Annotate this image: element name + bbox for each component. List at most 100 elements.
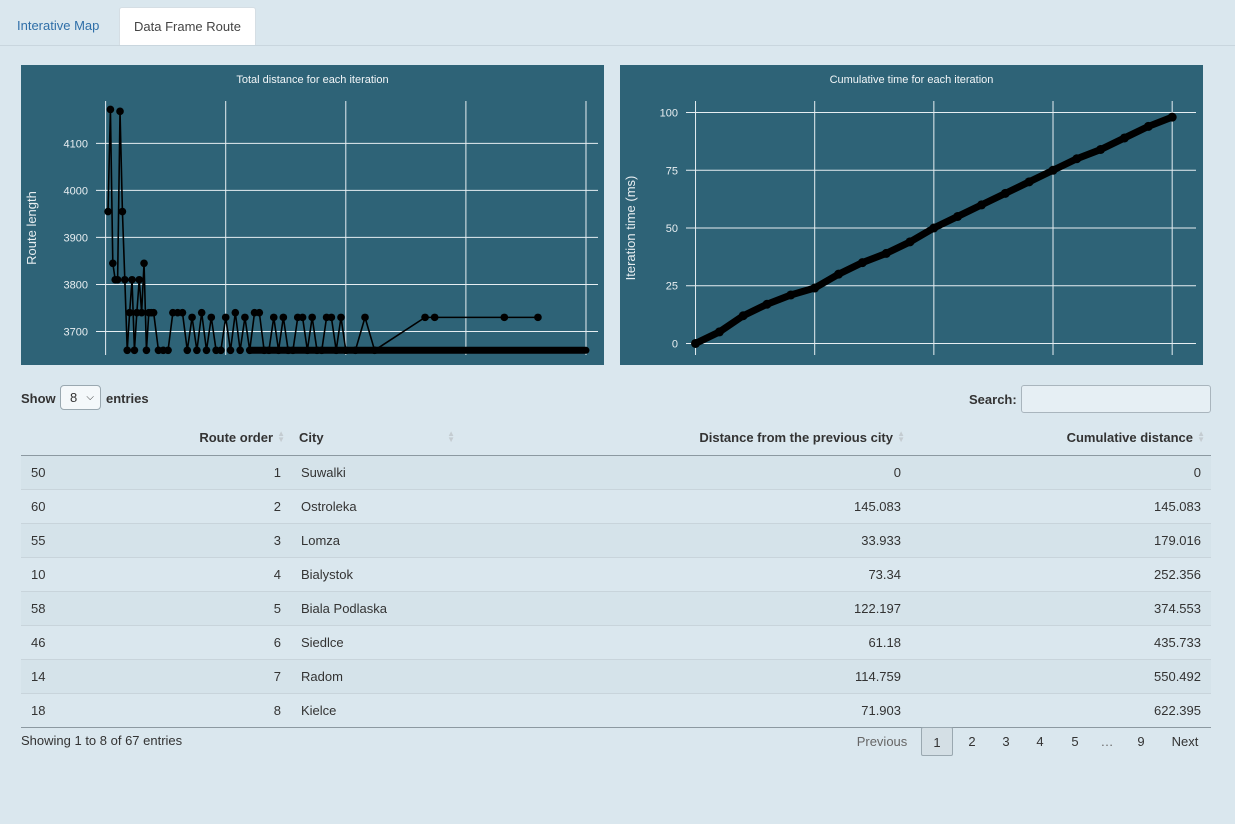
data-point [905, 237, 915, 247]
pagination-page-5[interactable]: 5 [1060, 727, 1090, 756]
header-distance-previous[interactable]: Distance from the previous city ▲ ▼ [461, 420, 911, 456]
chevron-down-icon: ⌵ [86, 392, 94, 403]
tab-interactive-map[interactable]: Interative Map [1, 7, 115, 45]
data-point [274, 346, 283, 355]
header-cumulative-distance[interactable]: Cumulative distance ▲ ▼ [911, 420, 1211, 456]
y-tick-label: 4000 [64, 185, 88, 197]
pagination-page-1[interactable]: 1 [921, 727, 953, 756]
data-point [118, 207, 127, 216]
route-length-plot: 05010015020037003800390040004100Total di… [21, 65, 604, 365]
data-point [361, 313, 369, 322]
data-point [881, 248, 891, 258]
data-point [135, 275, 144, 284]
data-point [164, 346, 172, 355]
route-table: Route order ▲ ▼ City ▲ ▼ Distance from the p… [21, 420, 1211, 728]
table-row[interactable]: 14 7 Radom 114.759 550.492 [21, 659, 1211, 694]
cell-cumulative: 374.553 [911, 591, 1211, 626]
cell-city: Siedlce [291, 625, 461, 660]
header-city[interactable]: City ▲ ▼ [291, 420, 461, 456]
pagination-page-9[interactable]: 9 [1126, 727, 1156, 756]
cell-cumulative: 0 [911, 455, 1211, 490]
data-point [332, 346, 340, 355]
cell-distance: 33.933 [461, 523, 911, 558]
data-point [786, 290, 796, 300]
data-point [269, 313, 278, 322]
cell-index: 46 [21, 625, 141, 660]
cell-city: Kielce [291, 693, 461, 728]
y-tick-label: 100 [660, 108, 678, 120]
cell-index: 58 [21, 591, 141, 626]
pagination-page-3[interactable]: 3 [991, 727, 1021, 756]
data-point [308, 313, 316, 322]
data-point [341, 346, 350, 355]
sort-icon: ▲ ▼ [1197, 429, 1205, 444]
data-point [255, 308, 264, 317]
data-point [241, 313, 249, 322]
data-point [217, 346, 225, 355]
data-point [977, 200, 987, 210]
sort-icon: ▲ ▼ [277, 429, 285, 444]
cell-city: Suwalki [291, 455, 461, 490]
data-point [104, 207, 112, 216]
y-axis-label: Iteration time (ms) [623, 176, 638, 281]
cell-route-order: 4 [141, 557, 291, 592]
data-point [298, 313, 307, 322]
data-point [953, 211, 963, 221]
y-tick-label: 0 [672, 338, 678, 350]
data-point [303, 346, 312, 355]
cell-cumulative: 145.083 [911, 489, 1211, 524]
pagination-page-4[interactable]: 4 [1025, 727, 1055, 756]
data-point [236, 346, 244, 355]
data-point [1143, 121, 1153, 131]
table-row[interactable]: 46 6 Siedlce 61.18 435.733 [21, 625, 1211, 660]
data-point [197, 308, 206, 317]
cell-index: 50 [21, 455, 141, 490]
pagination-page-2[interactable]: 2 [957, 727, 987, 756]
cell-city: Lomza [291, 523, 461, 558]
cell-distance: 71.903 [461, 693, 911, 728]
chart-title: Total distance for each iteration [236, 74, 388, 86]
tab-data-frame-route[interactable]: Data Frame Route [119, 7, 256, 45]
cell-distance: 0 [461, 455, 911, 490]
data-point [137, 308, 146, 317]
data-point [130, 346, 139, 355]
table-row[interactable]: 50 1 Suwalki 0 0 [21, 455, 1211, 490]
entries-select[interactable]: 8 ⌵ [60, 385, 101, 410]
pagination-next[interactable]: Next [1162, 727, 1208, 756]
y-tick-label: 4100 [64, 138, 88, 150]
data-point [430, 313, 439, 322]
data-point [231, 308, 240, 317]
header-index[interactable] [21, 420, 141, 456]
data-point [691, 338, 701, 348]
data-point [121, 275, 129, 284]
table-row[interactable]: 58 5 Biala Podlaska 122.197 374.553 [21, 591, 1211, 626]
y-tick-label: 50 [666, 223, 678, 235]
table-row[interactable]: 18 8 Kielce 71.903 622.395 [21, 693, 1211, 728]
cumulative-time-plot: 0501001502000255075100Cumulative time fo… [620, 65, 1203, 365]
y-tick-label: 3800 [64, 279, 88, 291]
table-row[interactable]: 55 3 Lomza 33.933 179.016 [21, 523, 1211, 558]
data-point [738, 311, 748, 321]
data-point [116, 107, 124, 116]
entries-label: entries [106, 391, 149, 406]
cell-city: Ostroleka [291, 489, 461, 524]
chart-title: Cumulative time for each iteration [830, 74, 994, 86]
cell-distance: 122.197 [461, 591, 911, 626]
entries-select-value: 8 [70, 390, 78, 405]
cell-index: 55 [21, 523, 141, 558]
header-route-order[interactable]: Route order ▲ ▼ [141, 420, 291, 456]
data-point [370, 346, 379, 355]
search-input[interactable] [1021, 385, 1211, 413]
table-row[interactable]: 60 2 Ostroleka 145.083 145.083 [21, 489, 1211, 524]
data-point [327, 313, 336, 322]
cell-distance: 73.34 [461, 557, 911, 592]
cell-city: Bialystok [291, 557, 461, 592]
data-point [193, 346, 201, 355]
data-point [1000, 188, 1010, 198]
pagination-ellipsis: … [1100, 734, 1114, 749]
sort-icon: ▲ ▼ [897, 429, 905, 444]
table-row[interactable]: 10 4 Bialystok 73.34 252.356 [21, 557, 1211, 592]
cell-distance: 61.18 [461, 625, 911, 660]
pagination-previous[interactable]: Previous [850, 727, 914, 756]
cell-route-order: 6 [141, 625, 291, 660]
